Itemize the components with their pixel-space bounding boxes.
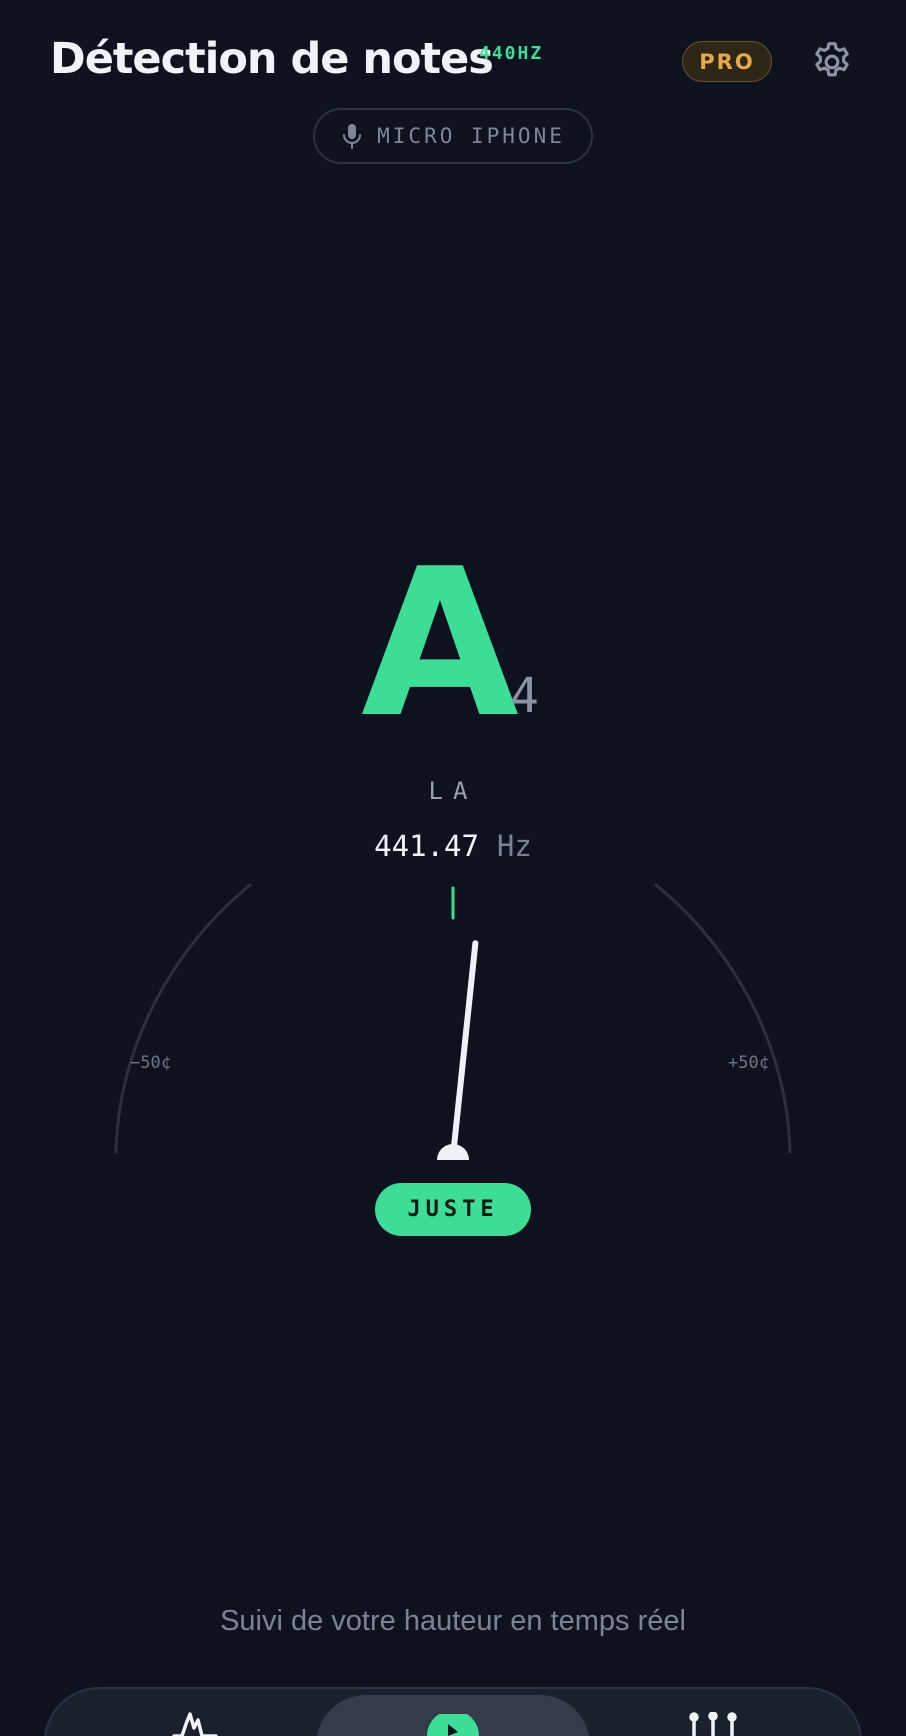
gauge-arc-left [114,883,252,1154]
detected-note: A [361,526,519,763]
needle-pivot [437,1144,469,1160]
note-name: LA [428,777,478,805]
microphone-icon [343,124,362,149]
tuner-screen: Détection de notes 440HZ PRO MICRO IPHON… [0,0,906,1736]
input-source-button[interactable]: MICRO IPHONE [313,108,593,164]
cents-max-label: +50¢ [728,1053,769,1073]
frequency-unit: Hz [496,829,532,863]
tuning-status-badge: JUSTE [375,1183,531,1236]
reference-pitch[interactable]: 440HZ [479,43,543,64]
tuner-needle [450,940,479,1159]
sliders-icon[interactable] [686,1712,740,1736]
hint-text: Suivi de votre hauteur en temps réel [220,1605,686,1637]
input-source-label: MICRO IPHONE [377,124,565,148]
frequency-readout: 441.47 Hz [253,829,653,863]
frequency-value: 441.47 [374,829,479,863]
tuner-icon[interactable] [426,1714,480,1736]
cents-gauge: −50¢ +50¢ [114,883,792,1160]
cents-min-label: −50¢ [130,1053,171,1073]
gauge-arc-right [654,883,792,1154]
note-octave: 4 [510,668,539,724]
pro-badge[interactable]: PRO [682,41,772,82]
waveform-icon[interactable] [172,1710,218,1736]
page-title: Détection de notes [50,34,494,84]
gear-icon[interactable] [810,40,854,84]
